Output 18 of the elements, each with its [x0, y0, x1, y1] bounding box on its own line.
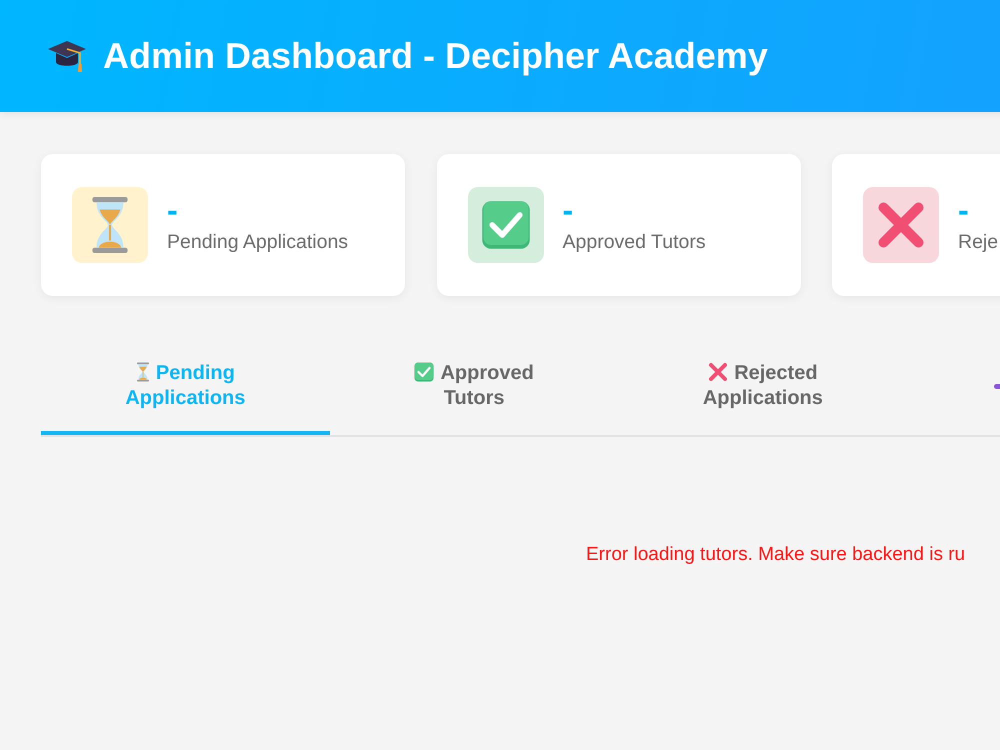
stat-label: Reje [958, 230, 998, 256]
stat-label: Pending Applications [167, 230, 348, 256]
checkmark-icon [414, 362, 434, 382]
cross-icon [863, 187, 939, 263]
stat-value: - [562, 194, 574, 226]
stat-label: Approved Tutors [562, 230, 706, 256]
error-message: Error loading tutors. Make sure backend is ru [585, 543, 966, 567]
graduation-cap-icon [47, 38, 87, 74]
hourglass-icon [72, 187, 148, 263]
stat-value: - [958, 194, 970, 226]
cross-icon [708, 362, 728, 382]
stat-value: - [167, 194, 179, 226]
tab[interactable]: Approved Tutors [330, 351, 618, 435]
page-title: Admin Dashboard - Decipher Academy [103, 34, 768, 78]
dash-icon [994, 384, 1000, 389]
checkmark-icon [468, 187, 544, 263]
tab[interactable]: Rejected Applications [618, 351, 908, 435]
hourglass-icon [136, 362, 150, 382]
